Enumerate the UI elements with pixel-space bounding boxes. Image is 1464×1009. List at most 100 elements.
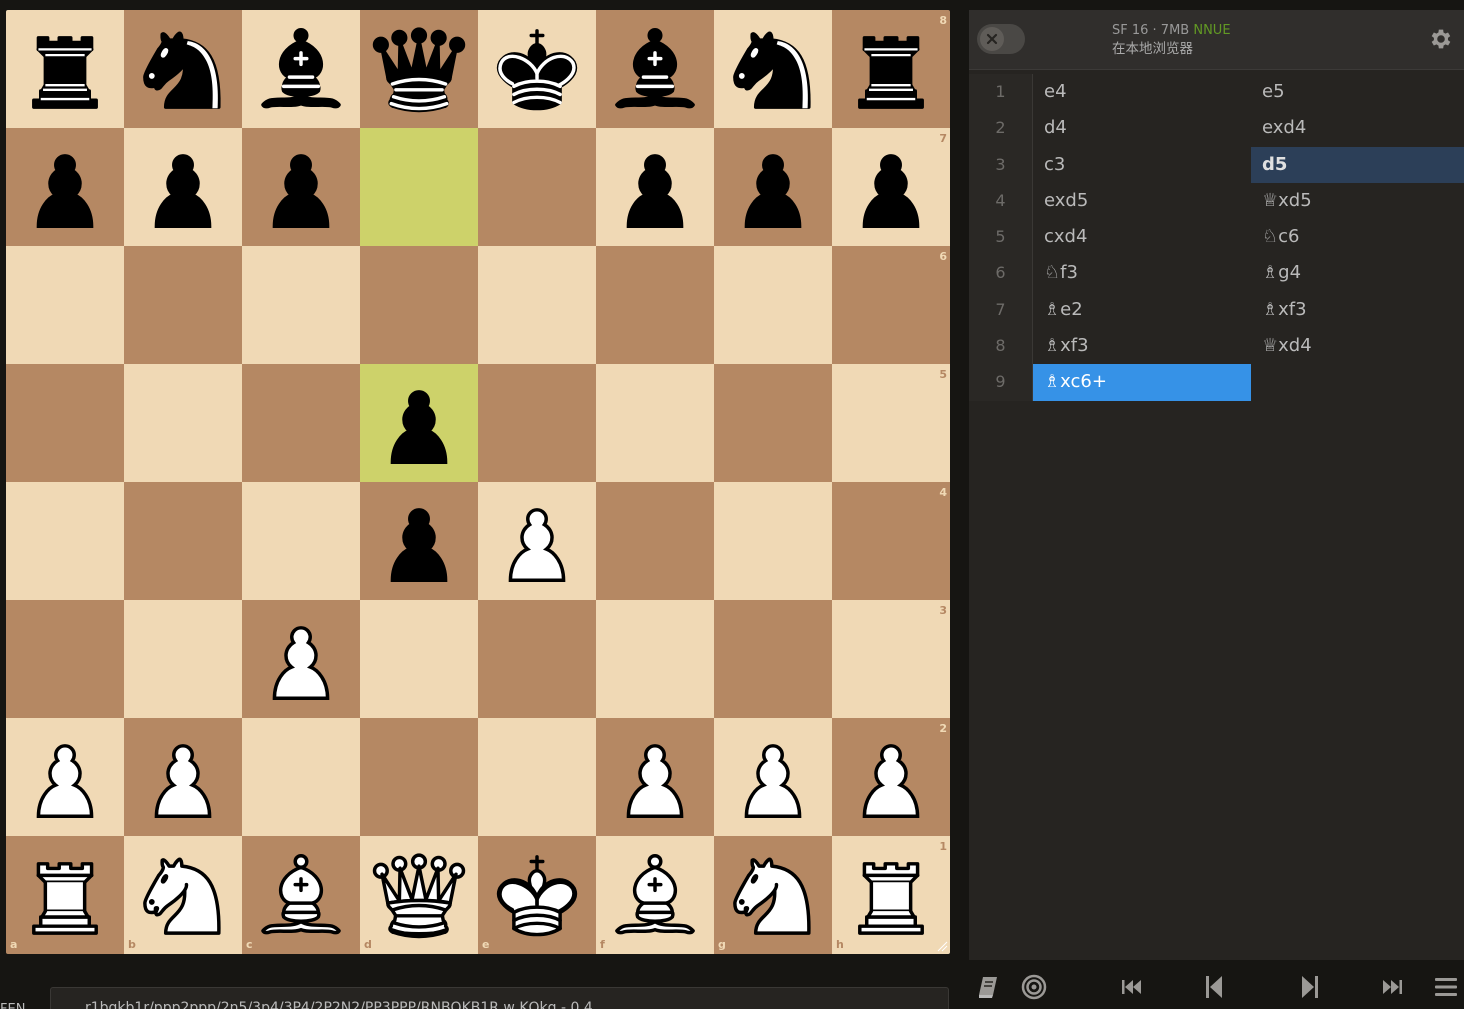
skip-to-first-icon[interactable] xyxy=(1117,972,1147,1002)
black-king[interactable] xyxy=(478,10,596,128)
square-c2[interactable] xyxy=(242,718,360,836)
square-g1[interactable]: g xyxy=(714,836,832,954)
square-c7[interactable] xyxy=(242,128,360,246)
square-a3[interactable] xyxy=(6,600,124,718)
black-move[interactable]: ♕xd5 xyxy=(1251,183,1464,219)
square-e6[interactable] xyxy=(478,246,596,364)
white-pawn[interactable] xyxy=(714,718,832,836)
black-move[interactable]: exd4 xyxy=(1251,110,1464,146)
black-pawn[interactable] xyxy=(242,128,360,246)
square-e4[interactable] xyxy=(478,482,596,600)
white-bishop[interactable] xyxy=(242,836,360,954)
target-icon[interactable] xyxy=(1019,972,1049,1002)
black-move[interactable]: e5 xyxy=(1251,74,1464,110)
black-move[interactable]: ♗xf3 xyxy=(1251,292,1464,328)
white-move[interactable]: ♘f3 xyxy=(1033,255,1251,291)
square-g4[interactable] xyxy=(714,482,832,600)
black-queen[interactable] xyxy=(360,10,478,128)
square-b4[interactable] xyxy=(124,482,242,600)
square-c8[interactable] xyxy=(242,10,360,128)
square-h6[interactable]: 6 xyxy=(832,246,950,364)
square-b5[interactable] xyxy=(124,364,242,482)
skip-to-last-icon[interactable] xyxy=(1377,972,1407,1002)
white-bishop[interactable] xyxy=(596,836,714,954)
black-bishop[interactable] xyxy=(596,10,714,128)
square-g2[interactable] xyxy=(714,718,832,836)
square-d6[interactable] xyxy=(360,246,478,364)
square-c5[interactable] xyxy=(242,364,360,482)
square-f7[interactable] xyxy=(596,128,714,246)
white-queen[interactable] xyxy=(360,836,478,954)
square-b7[interactable] xyxy=(124,128,242,246)
black-rook[interactable] xyxy=(6,10,124,128)
square-a6[interactable] xyxy=(6,246,124,364)
white-knight[interactable] xyxy=(714,836,832,954)
square-b1[interactable]: b xyxy=(124,836,242,954)
book-icon[interactable] xyxy=(974,972,1004,1002)
square-a1[interactable]: a xyxy=(6,836,124,954)
white-pawn[interactable] xyxy=(832,718,950,836)
resize-handle-icon[interactable] xyxy=(936,940,948,952)
square-g6[interactable] xyxy=(714,246,832,364)
white-move[interactable]: ♗e2 xyxy=(1033,292,1251,328)
white-move[interactable]: e4 xyxy=(1033,74,1251,110)
black-pawn[interactable] xyxy=(124,128,242,246)
square-f8[interactable] xyxy=(596,10,714,128)
square-e1[interactable]: e xyxy=(478,836,596,954)
white-move[interactable]: ♗xf3 xyxy=(1033,328,1251,364)
square-f1[interactable]: f xyxy=(596,836,714,954)
white-king[interactable] xyxy=(478,836,596,954)
square-d7[interactable] xyxy=(360,128,478,246)
square-c4[interactable] xyxy=(242,482,360,600)
square-h4[interactable]: 4 xyxy=(832,482,950,600)
white-move[interactable]: ♗xc6+ xyxy=(1033,364,1251,401)
square-h5[interactable]: 5 xyxy=(832,364,950,482)
square-a7[interactable] xyxy=(6,128,124,246)
square-d5[interactable] xyxy=(360,364,478,482)
square-d2[interactable] xyxy=(360,718,478,836)
square-a2[interactable] xyxy=(6,718,124,836)
square-b6[interactable] xyxy=(124,246,242,364)
black-rook[interactable] xyxy=(832,10,950,128)
black-knight[interactable] xyxy=(124,10,242,128)
black-move[interactable]: ♘c6 xyxy=(1251,219,1464,255)
next-move-icon[interactable] xyxy=(1295,972,1325,1002)
square-d3[interactable] xyxy=(360,600,478,718)
black-bishop[interactable] xyxy=(242,10,360,128)
square-f5[interactable] xyxy=(596,364,714,482)
black-pawn[interactable] xyxy=(360,364,478,482)
square-b3[interactable] xyxy=(124,600,242,718)
black-knight[interactable] xyxy=(714,10,832,128)
white-rook[interactable] xyxy=(832,836,950,954)
white-rook[interactable] xyxy=(6,836,124,954)
square-f3[interactable] xyxy=(596,600,714,718)
square-e5[interactable] xyxy=(478,364,596,482)
white-pawn[interactable] xyxy=(124,718,242,836)
white-move[interactable]: d4 xyxy=(1033,110,1251,146)
square-h3[interactable]: 3 xyxy=(832,600,950,718)
square-f2[interactable] xyxy=(596,718,714,836)
square-f6[interactable] xyxy=(596,246,714,364)
square-e3[interactable] xyxy=(478,600,596,718)
white-move[interactable]: c3 xyxy=(1033,147,1251,183)
engine-toggle[interactable] xyxy=(977,24,1025,54)
square-f4[interactable] xyxy=(596,482,714,600)
square-d8[interactable] xyxy=(360,10,478,128)
black-move[interactable]: ♗g4 xyxy=(1251,255,1464,291)
white-pawn[interactable] xyxy=(478,482,596,600)
square-a8[interactable] xyxy=(6,10,124,128)
square-e7[interactable] xyxy=(478,128,596,246)
white-move[interactable]: cxd4 xyxy=(1033,219,1251,255)
black-move[interactable]: d5 xyxy=(1251,146,1464,183)
fen-input[interactable]: r1bqkb1r/ppp2ppp/2n5/3p4/3P4/2P2N2/PP3PP… xyxy=(50,987,949,1009)
chess-board[interactable]: 8765432 a b c d e f g 1 h xyxy=(6,10,950,954)
black-pawn[interactable] xyxy=(360,482,478,600)
square-g5[interactable] xyxy=(714,364,832,482)
square-e8[interactable] xyxy=(478,10,596,128)
square-g7[interactable] xyxy=(714,128,832,246)
square-d4[interactable] xyxy=(360,482,478,600)
square-h1[interactable]: 1h xyxy=(832,836,950,954)
square-b8[interactable] xyxy=(124,10,242,128)
square-g8[interactable] xyxy=(714,10,832,128)
black-move[interactable]: ♕xd4 xyxy=(1251,328,1464,364)
